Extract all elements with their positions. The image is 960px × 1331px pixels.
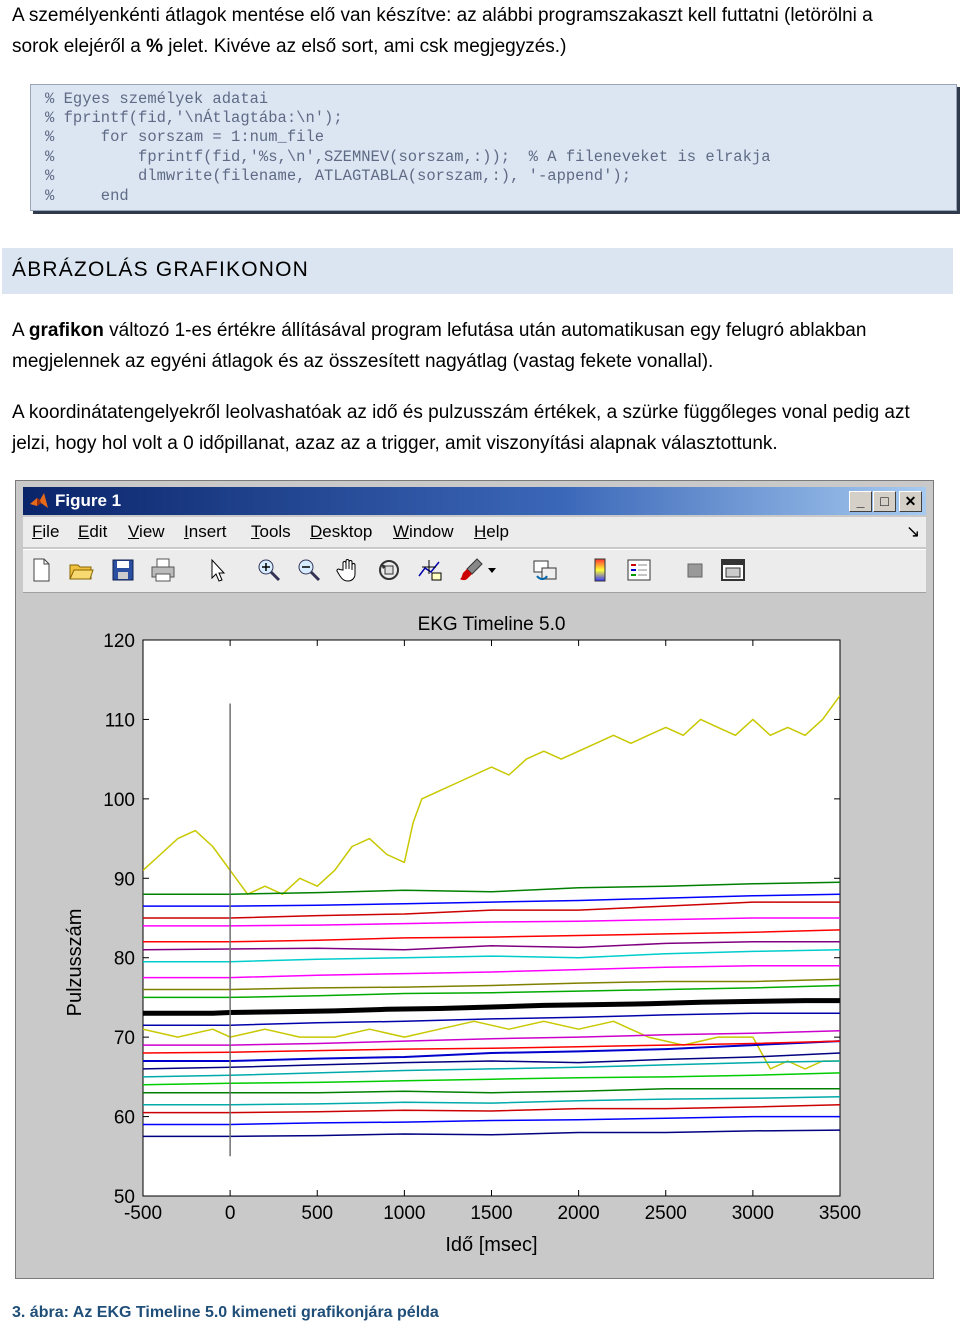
- show-tools-icon[interactable]: [719, 556, 747, 584]
- section-heading: ÁBRÁZOLÁS GRAFIKONON: [12, 258, 310, 281]
- code-line: % Egyes személyek adatai: [45, 90, 269, 108]
- brush-icon[interactable]: [457, 556, 485, 584]
- link-plot-icon[interactable]: [531, 556, 559, 584]
- figure-toolbar: [23, 549, 926, 593]
- zoom-out-icon[interactable]: [295, 556, 323, 584]
- save-icon[interactable]: [109, 556, 137, 584]
- menu-desktop[interactable]: Desktop: [310, 522, 372, 542]
- x-tick-label: 1000: [383, 1203, 425, 1224]
- y-tick-label: 60: [114, 1108, 135, 1129]
- x-axis-label: Idő [msec]: [445, 1234, 537, 1256]
- rotate-3d-icon[interactable]: [375, 556, 403, 584]
- menu-help[interactable]: Help: [474, 522, 509, 542]
- x-tick-label: 2000: [557, 1203, 599, 1224]
- code-block: % Egyes személyek adatai % fprintf(fid,'…: [30, 84, 957, 211]
- paragraph-axes: A koordinátatengelyekről leolvashatóak a…: [12, 402, 910, 454]
- print-icon[interactable]: [149, 556, 177, 584]
- percent-sign: %: [146, 36, 164, 57]
- code-line: % fprintf(fid,'%s,\n',SZEMNEV(sorszam,:)…: [45, 148, 771, 166]
- code-line: % for sorszam = 1:num_file: [45, 128, 325, 146]
- menu-window[interactable]: Window: [393, 522, 453, 542]
- intro-paragraph: A személyenkénti átlagok mentése elő van…: [12, 0, 942, 62]
- dock-arrow-icon[interactable]: ↘: [906, 522, 920, 542]
- matlab-logo-icon: [30, 493, 48, 508]
- x-tick-label: 3500: [819, 1203, 861, 1224]
- intro-line-1: A személyenkénti átlagok mentése elő van…: [12, 5, 873, 26]
- code-line: % dlmwrite(filename, ATLAGTABLA(sorszam,…: [45, 167, 631, 185]
- menu-bar: File Edit View Insert Tools Desktop Window Help…: [23, 517, 926, 547]
- menu-tools[interactable]: Tools: [251, 522, 291, 542]
- x-tick-label: 2500: [645, 1203, 687, 1224]
- menu-file[interactable]: File: [32, 522, 59, 542]
- grafikon-keyword: grafikon: [28, 320, 104, 341]
- figure-titlebar[interactable]: Figure 1 _ □ ✕: [23, 487, 926, 515]
- x-tick-label: 500: [301, 1203, 333, 1224]
- pointer-icon[interactable]: [203, 556, 231, 584]
- y-tick-label: 80: [114, 949, 135, 970]
- figure-window: Figure 1 _ □ ✕ File Edit View Insert Tools De…: [15, 480, 934, 1279]
- minimize-button[interactable]: _: [849, 491, 872, 512]
- paragraph-grafikon: A grafikon változó 1-es értékre állításá…: [12, 320, 867, 372]
- x-tick-label: 3000: [732, 1203, 774, 1224]
- data-cursor-icon[interactable]: [415, 556, 443, 584]
- x-tick-label: 0: [225, 1203, 236, 1224]
- y-tick-label: 50: [114, 1187, 135, 1208]
- zoom-in-icon[interactable]: [255, 556, 283, 584]
- y-tick-label: 120: [103, 631, 135, 652]
- new-file-icon[interactable]: [27, 556, 55, 584]
- code-line: % end: [45, 187, 129, 205]
- colorbar-icon[interactable]: [587, 556, 615, 584]
- maximize-button[interactable]: □: [873, 491, 896, 512]
- ekg-chart: EKG Timeline 5.0-500 0 500 1000 1500 2000 2500…: [64, 614, 861, 1256]
- x-tick-label: 1500: [470, 1203, 512, 1224]
- dropdown-arrow-icon[interactable]: [485, 556, 499, 584]
- figure-title: Figure 1: [55, 491, 122, 510]
- y-tick-label: 90: [114, 869, 135, 890]
- pan-hand-icon[interactable]: [335, 556, 363, 584]
- y-axis-label: Pulzusszám: [64, 909, 86, 1017]
- hide-tools-icon[interactable]: [681, 556, 709, 584]
- chart-title: EKG Timeline 5.0: [418, 614, 566, 635]
- y-tick-label: 110: [105, 710, 135, 731]
- menu-view[interactable]: View: [128, 522, 165, 542]
- menu-edit[interactable]: Edit: [78, 522, 107, 542]
- y-tick-label: 70: [114, 1028, 135, 1049]
- menu-insert[interactable]: Insert: [184, 522, 227, 542]
- plot-area: EKG Timeline 5.0 -500 0 500 1000 1500 2000 2500…: [23, 593, 926, 1274]
- code-line: % fprintf(fid,'\nÁtlagtába:\n');: [45, 109, 343, 127]
- close-button[interactable]: ✕: [899, 491, 922, 512]
- figure-caption: 3. ábra: Az EKG Timeline 5.0 kimeneti gr…: [12, 1304, 439, 1321]
- legend-icon[interactable]: [625, 556, 653, 584]
- open-folder-icon[interactable]: [67, 556, 95, 584]
- y-tick-label: 100: [103, 790, 135, 811]
- intro-line-2: sorok elejéről a % jelet. Kivéve az első…: [12, 36, 567, 57]
